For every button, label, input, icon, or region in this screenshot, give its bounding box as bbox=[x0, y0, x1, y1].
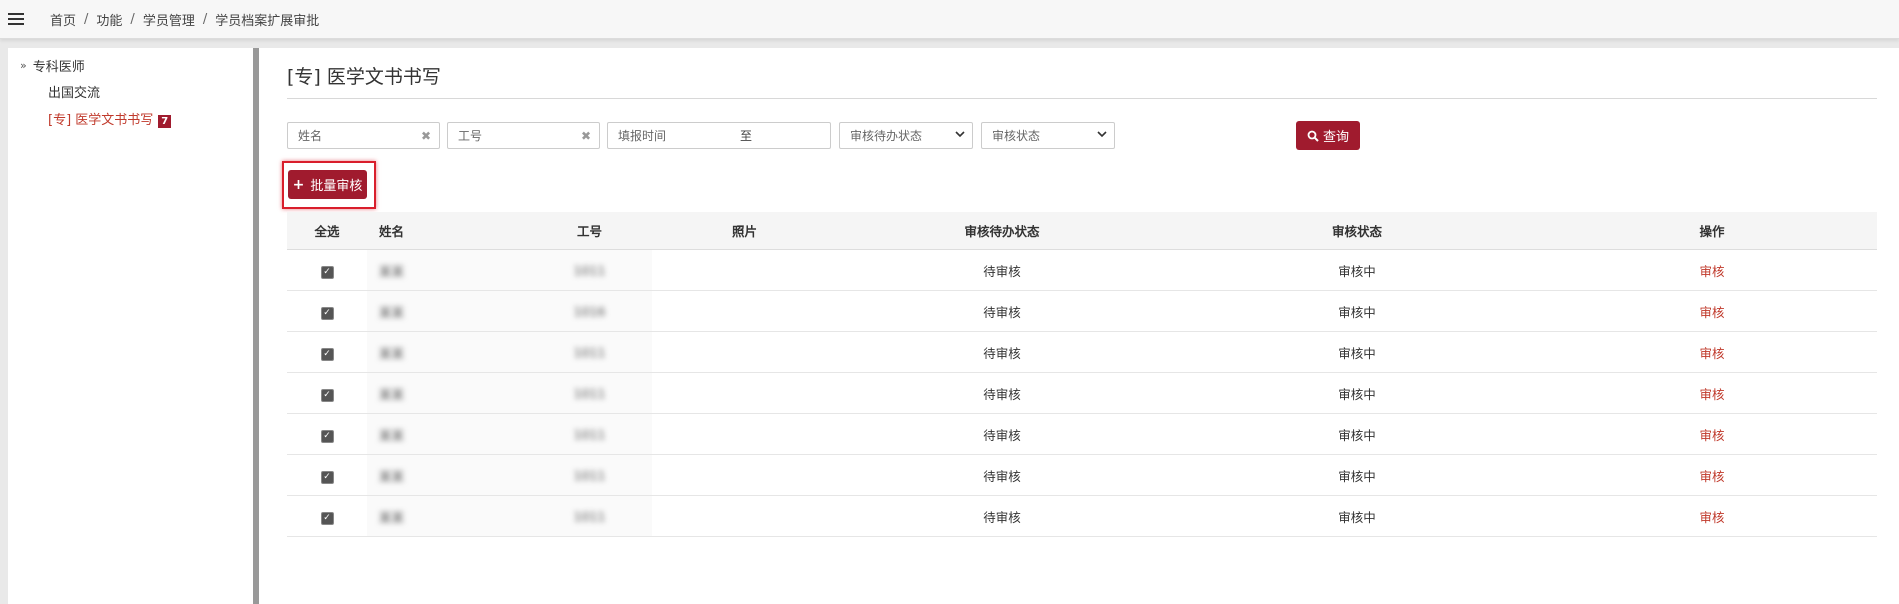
chevron-double-down-icon: » bbox=[20, 59, 27, 72]
audit-status-cell: 审核中 bbox=[1167, 290, 1547, 332]
audit-link[interactable]: 审核 bbox=[1699, 264, 1724, 279]
employee-id: 1011 bbox=[573, 262, 606, 278]
table-row: ✓ 某某 1011 待审核 审核中 审核 bbox=[287, 413, 1877, 455]
student-name: 某某 bbox=[379, 468, 405, 484]
audit-status-cell: 审核中 bbox=[1167, 249, 1547, 291]
table-row: ✓ 某某 1011 待审核 审核中 审核 bbox=[287, 454, 1877, 496]
row-checkbox[interactable]: ✓ bbox=[320, 306, 334, 320]
table-row: ✓ 某某 1011 待审核 审核中 审核 bbox=[287, 249, 1877, 291]
divider bbox=[287, 98, 1877, 99]
table-header-row: 全选 姓名 工号 照片 审核待办状态 审核状态 操作 bbox=[287, 212, 1877, 250]
audit-table: 全选 姓名 工号 照片 审核待办状态 审核状态 操作 ✓ 某某 1011 待审核 审核中… bbox=[287, 212, 1877, 537]
student-name: 某某 bbox=[379, 386, 405, 402]
photo-cell bbox=[652, 495, 837, 537]
chevron-down-icon bbox=[955, 131, 965, 138]
plus-icon: + bbox=[292, 176, 305, 193]
clear-icon[interactable]: ✖ bbox=[581, 129, 591, 143]
table-row: ✓ 某某 1011 待审核 审核中 审核 bbox=[287, 331, 1877, 373]
employee-id-input[interactable]: 工号 ✖ bbox=[447, 122, 600, 149]
sidebar-item-medical-writing[interactable]: [专] 医学文书书写 7 bbox=[48, 109, 172, 128]
pending-status-cell: 待审核 bbox=[837, 331, 1167, 373]
photo-cell bbox=[652, 413, 837, 455]
audit-link[interactable]: 审核 bbox=[1699, 469, 1724, 484]
pending-status-cell: 待审核 bbox=[837, 413, 1167, 455]
sidebar-group-specialist[interactable]: » 专科医师 bbox=[20, 56, 85, 75]
breadcrumb-student-management[interactable]: 学员管理 bbox=[143, 10, 195, 29]
pending-status-cell: 待审核 bbox=[837, 495, 1167, 537]
audit-status-select[interactable]: 审核状态 bbox=[981, 122, 1115, 149]
name-input[interactable]: 姓名 ✖ bbox=[287, 122, 440, 149]
pending-status-cell: 待审核 bbox=[837, 454, 1167, 496]
audit-status-cell: 审核中 bbox=[1167, 331, 1547, 373]
date-range-separator: 至 bbox=[740, 129, 753, 143]
header-pending-status: 审核待办状态 bbox=[837, 212, 1167, 250]
header-audit-status: 审核状态 bbox=[1167, 212, 1547, 250]
employee-id: 1011 bbox=[573, 344, 606, 360]
audit-link[interactable]: 审核 bbox=[1699, 428, 1724, 443]
photo-cell bbox=[652, 331, 837, 373]
batch-audit-button[interactable]: + 批量审核 bbox=[288, 170, 367, 199]
photo-cell bbox=[652, 249, 837, 291]
main-content: [专] 医学文书书写 姓名 ✖ 工号 ✖ 填报时间 至 审核待办状态 审核状态 … bbox=[259, 48, 1899, 604]
audit-link[interactable]: 审核 bbox=[1699, 346, 1724, 361]
row-checkbox[interactable]: ✓ bbox=[320, 388, 334, 402]
row-checkbox[interactable]: ✓ bbox=[320, 470, 334, 484]
pending-status-cell: 待审核 bbox=[837, 249, 1167, 291]
table-row: ✓ 某某 1016 待审核 审核中 审核 bbox=[287, 290, 1877, 332]
breadcrumb-home[interactable]: 首页 bbox=[50, 10, 76, 29]
count-badge: 7 bbox=[158, 115, 172, 128]
audit-link[interactable]: 审核 bbox=[1699, 305, 1724, 320]
header-photo: 照片 bbox=[652, 212, 837, 250]
audit-status-cell: 审核中 bbox=[1167, 413, 1547, 455]
pending-status-cell: 待审核 bbox=[837, 372, 1167, 414]
student-name: 某某 bbox=[379, 509, 405, 525]
audit-status-cell: 审核中 bbox=[1167, 454, 1547, 496]
photo-cell bbox=[652, 372, 837, 414]
breadcrumb-current: 学员档案扩展审批 bbox=[215, 13, 320, 29]
breadcrumb: 首页 / 功能 / 学员管理 / 学员档案扩展审批 bbox=[50, 10, 320, 29]
audit-status-cell: 审核中 bbox=[1167, 372, 1547, 414]
audit-link[interactable]: 审核 bbox=[1699, 510, 1724, 525]
row-checkbox[interactable]: ✓ bbox=[320, 265, 334, 279]
employee-id: 1011 bbox=[573, 426, 606, 442]
student-name: 某某 bbox=[379, 345, 405, 361]
breadcrumb-function[interactable]: 功能 bbox=[96, 10, 122, 29]
hamburger-menu-icon[interactable] bbox=[8, 12, 24, 26]
photo-cell bbox=[652, 454, 837, 496]
header-select-all[interactable]: 全选 bbox=[287, 212, 367, 250]
query-button[interactable]: 查询 bbox=[1296, 121, 1360, 150]
row-checkbox[interactable]: ✓ bbox=[320, 511, 334, 525]
employee-id: 1011 bbox=[573, 467, 606, 483]
date-range-input[interactable]: 填报时间 至 bbox=[607, 122, 831, 149]
top-bar: 首页 / 功能 / 学员管理 / 学员档案扩展审批 bbox=[0, 0, 1899, 39]
page-title: [专] 医学文书书写 bbox=[287, 66, 441, 88]
search-icon bbox=[1307, 130, 1319, 142]
employee-id: 1011 bbox=[573, 508, 606, 524]
chevron-down-icon bbox=[1097, 131, 1107, 138]
photo-cell bbox=[652, 290, 837, 332]
header-operation: 操作 bbox=[1547, 212, 1877, 250]
sidebar: » 专科医师 出国交流 [专] 医学文书书写 7 bbox=[8, 48, 259, 604]
student-name: 某某 bbox=[379, 427, 405, 443]
table-row: ✓ 某某 1011 待审核 审核中 审核 bbox=[287, 495, 1877, 537]
row-checkbox[interactable]: ✓ bbox=[320, 429, 334, 443]
student-name: 某某 bbox=[379, 304, 405, 320]
sidebar-item-abroad-exchange[interactable]: 出国交流 bbox=[48, 82, 100, 101]
header-employee-id: 工号 bbox=[527, 212, 652, 250]
employee-id: 1016 bbox=[573, 303, 606, 319]
header-name: 姓名 bbox=[367, 212, 527, 250]
audit-status-cell: 审核中 bbox=[1167, 495, 1547, 537]
table-row: ✓ 某某 1011 待审核 审核中 审核 bbox=[287, 372, 1877, 414]
clear-icon[interactable]: ✖ bbox=[421, 129, 431, 143]
pending-status-select[interactable]: 审核待办状态 bbox=[839, 122, 973, 149]
pending-status-cell: 待审核 bbox=[837, 290, 1167, 332]
row-checkbox[interactable]: ✓ bbox=[320, 347, 334, 361]
employee-id: 1011 bbox=[573, 385, 606, 401]
audit-link[interactable]: 审核 bbox=[1699, 387, 1724, 402]
student-name: 某某 bbox=[379, 263, 405, 279]
table-body: ✓ 某某 1011 待审核 审核中 审核 ✓ 某某 1016 待审核 审核中 审核 ✓ 某某 1011 待审核… bbox=[287, 249, 1877, 537]
